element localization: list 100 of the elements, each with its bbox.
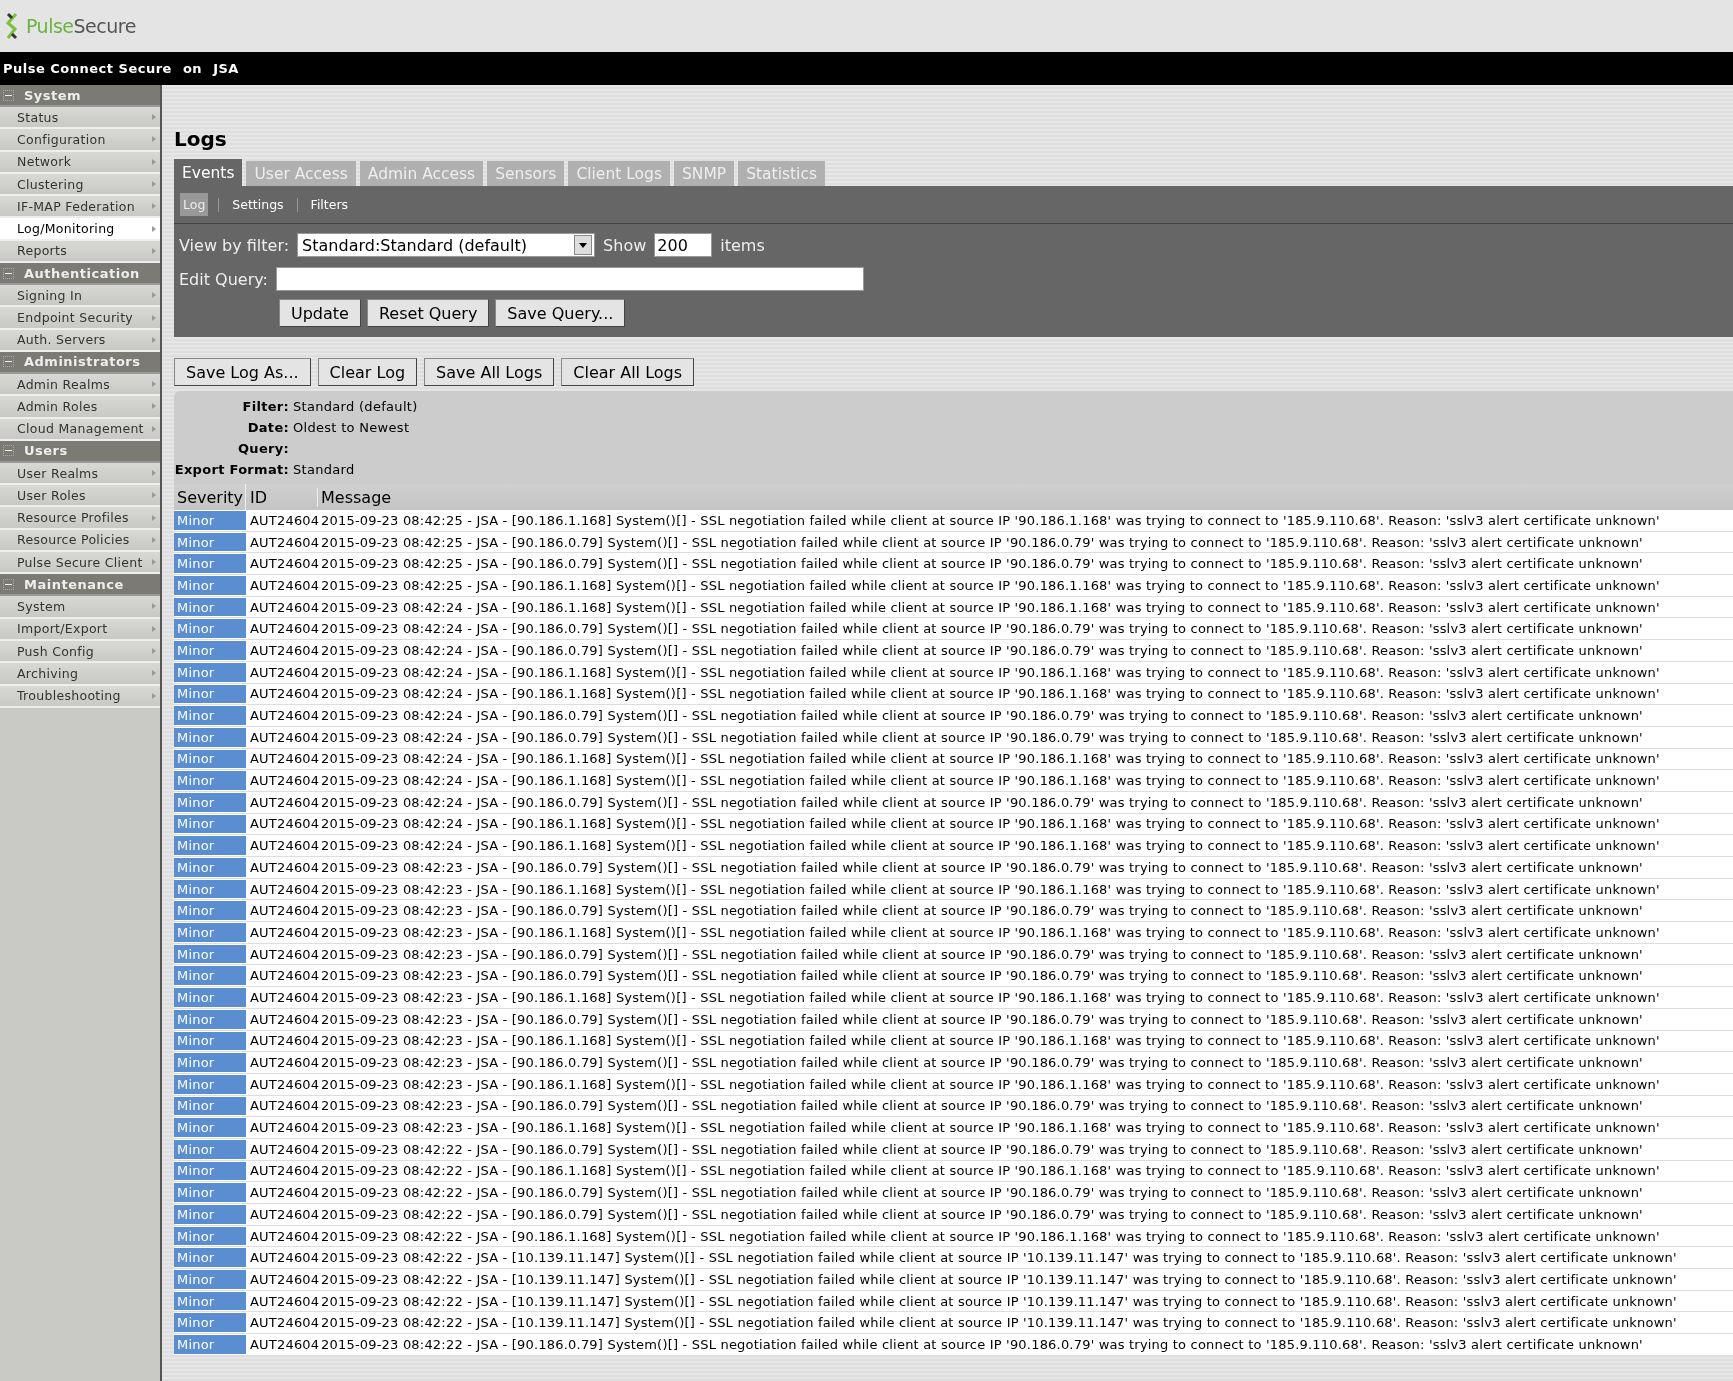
section-title: Administrators xyxy=(24,354,141,370)
message-cell-text: 2015-09-23 08:42:23 - JSA - [90.186.0.79] System()[] - SSL negotiation failed while client at source IP '90.186.0.79' was trying to connect to '185.9.110.68'. Reason: 'sslv3 alert certificate unknown' xyxy=(320,946,1643,962)
id-cell-text: AUT24604 xyxy=(249,664,318,680)
sidebar-item[interactable]: Troubleshooting xyxy=(0,685,160,708)
sidebar-item[interactable]: Resource Policies xyxy=(0,529,160,553)
subtab[interactable]: Settings xyxy=(229,193,287,216)
summary-value: Oldest to Newest xyxy=(293,420,410,437)
log-button[interactable]: Save All Logs xyxy=(424,358,555,386)
query-button[interactable]: Save Query... xyxy=(495,299,626,327)
arrow-icon xyxy=(152,403,156,410)
id-cell-text: AUT24604 xyxy=(249,708,318,724)
sidebar-section-header[interactable]: Authentication xyxy=(0,263,160,286)
sidebar-item[interactable]: Clustering xyxy=(0,173,160,197)
severity-cell: Minor xyxy=(174,1118,246,1137)
sidebar-item[interactable]: Import/Export xyxy=(0,618,160,641)
severity-cell: Minor xyxy=(174,576,246,595)
log-button[interactable]: Clear Log xyxy=(317,358,418,386)
sidebar-item[interactable]: Push Config xyxy=(0,640,160,664)
id-cell-text: AUT24604 xyxy=(249,1336,318,1352)
collapse-icon[interactable] xyxy=(3,578,14,590)
collapse-icon[interactable] xyxy=(3,89,14,101)
sidebar-item[interactable]: Endpoint Security xyxy=(0,307,160,330)
sidebar-section-header[interactable]: Users xyxy=(0,440,160,463)
severity-cell: Minor xyxy=(174,1096,246,1116)
show-count-field[interactable]: 200 xyxy=(654,233,713,257)
message-cell-text: 2015-09-23 08:42:22 - JSA - [90.186.0.79] System()[] - SSL negotiation failed while client at source IP '90.186.0.79' was trying to connect to '185.9.110.68'. Reason: 'sslv3 alert certificate unknown' xyxy=(320,1185,1643,1201)
id-cell-text: AUT24604 xyxy=(249,816,318,832)
message-cell-text: 2015-09-23 08:42:22 - JSA - [10.139.11.147] System()[] - SSL negotiation failed while client at source IP '10.139.11.147' was trying to connect to '185.9.110.68'. Reason: 'sslv3 alert certificate unknown' xyxy=(320,1271,1677,1287)
sidebar-item[interactable]: Pulse Secure Client xyxy=(0,552,160,575)
log-button[interactable]: Clear All Logs xyxy=(561,358,695,386)
sidebar-item[interactable]: Configuration xyxy=(0,129,160,152)
sidebar-item[interactable]: Resource Profiles xyxy=(0,507,160,530)
sidebar-item[interactable]: Admin Roles xyxy=(0,396,160,419)
sidebar-section-header[interactable]: Maintenance xyxy=(0,574,160,597)
section-title: Maintenance xyxy=(24,576,124,592)
id-cell-text: AUT24604 xyxy=(249,686,318,702)
sidebar-section-header[interactable]: Administrators xyxy=(0,351,160,374)
query-button[interactable]: Reset Query xyxy=(366,299,490,327)
summary-label: Query: xyxy=(237,441,289,458)
arrow-icon xyxy=(152,292,156,299)
arrow-icon xyxy=(152,625,156,632)
filter-label: View by filter: xyxy=(179,235,290,255)
message-cell-text: 2015-09-23 08:42:22 - JSA - [10.139.11.147] System()[] - SSL negotiation failed while client at source IP '10.139.11.147' was trying to connect to '185.9.110.68'. Reason: 'sslv3 alert certificate unknown' xyxy=(320,1250,1677,1266)
sidebar-item[interactable]: Signing In xyxy=(0,285,160,308)
id-cell-text: AUT24604 xyxy=(249,729,318,745)
message-cell-text: 2015-09-23 08:42:24 - JSA - [90.186.0.79] System()[] - SSL negotiation failed while client at source IP '90.186.0.79' was trying to connect to '185.9.110.68'. Reason: 'sslv3 alert certificate unknown' xyxy=(320,729,1643,745)
on-label: on xyxy=(182,61,203,76)
arrow-icon xyxy=(152,225,156,232)
message-cell-text: 2015-09-23 08:42:24 - JSA - [90.186.1.168] System()[] - SSL negotiation failed while client at source IP '90.186.1.168' was trying to connect to '185.9.110.68'. Reason: 'sslv3 alert certificate unknown' xyxy=(320,599,1660,615)
arrow-icon xyxy=(152,603,156,610)
id-cell-text: AUT24604 xyxy=(249,838,318,854)
sidebar-item[interactable]: Network xyxy=(0,151,160,174)
sidebar-item[interactable]: Status xyxy=(0,107,160,130)
message-cell-text: 2015-09-23 08:42:24 - JSA - [90.186.0.79] System()[] - SSL negotiation failed while client at source IP '90.186.0.79' was trying to connect to '185.9.110.68'. Reason: 'sslv3 alert certificate unknown' xyxy=(320,794,1643,810)
message-cell-text: 2015-09-23 08:42:24 - JSA - [90.186.0.79] System()[] - SSL negotiation failed while client at source IP '90.186.0.79' was trying to connect to '185.9.110.68'. Reason: 'sslv3 alert certificate unknown' xyxy=(320,621,1643,637)
query-button[interactable]: Update xyxy=(279,299,361,327)
sidebar-item[interactable]: Log/Monitoring xyxy=(0,218,160,241)
severity-cell: Minor xyxy=(174,1226,246,1246)
message-cell-text: 2015-09-23 08:42:25 - JSA - [90.186.1.168] System()[] - SSL negotiation failed while client at source IP '90.186.1.168' was trying to connect to '185.9.110.68'. Reason: 'sslv3 alert certificate unknown' xyxy=(320,512,1660,528)
severity-cell: Minor xyxy=(174,1291,246,1311)
sidebar-item[interactable]: Cloud Management xyxy=(0,418,160,441)
collapse-icon[interactable] xyxy=(3,356,14,368)
summary-label: Export Format: xyxy=(174,462,289,479)
severity-cell: Minor xyxy=(174,1009,246,1029)
severity-cell: Minor xyxy=(174,988,246,1007)
sidebar-item[interactable]: User Realms xyxy=(0,462,160,486)
arrow-icon xyxy=(152,692,156,699)
arrow-icon xyxy=(152,381,156,388)
severity-cell: Minor xyxy=(174,1205,246,1224)
message-cell-text: 2015-09-23 08:42:22 - JSA - [90.186.0.79] System()[] - SSL negotiation failed while client at source IP '90.186.0.79' was trying to connect to '185.9.110.68'. Reason: 'sslv3 alert certificate unknown' xyxy=(320,1206,1643,1222)
items-label: items xyxy=(720,235,765,255)
message-cell-text: 2015-09-23 08:42:22 - JSA - [90.186.0.79] System()[] - SSL negotiation failed while client at source IP '90.186.0.79' was trying to connect to '185.9.110.68'. Reason: 'sslv3 alert certificate unknown' xyxy=(320,1336,1643,1352)
sidebar-item[interactable]: System xyxy=(0,596,160,619)
severity-cell: Minor xyxy=(174,597,246,617)
collapse-icon[interactable] xyxy=(3,445,14,457)
log-button[interactable]: Save Log As... xyxy=(174,358,311,386)
sidebar-item[interactable]: Reports xyxy=(0,240,160,264)
sidebar-item[interactable]: Auth. Servers xyxy=(0,329,160,352)
sidebar-item[interactable]: Archiving xyxy=(0,663,160,686)
sidebar-item[interactable]: User Roles xyxy=(0,485,160,508)
sidebar-item[interactable]: IF-MAP Federation xyxy=(0,196,160,219)
severity-cell: Minor xyxy=(174,858,246,877)
message-cell-text: 2015-09-23 08:42:23 - JSA - [90.186.0.79] System()[] - SSL negotiation failed while client at source IP '90.186.0.79' was trying to connect to '185.9.110.68'. Reason: 'sslv3 alert certificate unknown' xyxy=(320,1011,1643,1027)
message-cell-text: 2015-09-23 08:42:24 - JSA - [90.186.1.168] System()[] - SSL negotiation failed while client at source IP '90.186.1.168' was trying to connect to '185.9.110.68'. Reason: 'sslv3 alert certificate unknown' xyxy=(320,664,1660,680)
id-cell-text: AUT24604 xyxy=(249,1098,318,1114)
severity-cell: Minor xyxy=(174,1313,246,1333)
tab[interactable]: Events xyxy=(174,159,243,186)
message-cell-text: 2015-09-23 08:42:23 - JSA - [90.186.1.168] System()[] - SSL negotiation failed while client at source IP '90.186.1.168' was trying to connect to '185.9.110.68'. Reason: 'sslv3 alert certificate unknown' xyxy=(320,1033,1660,1049)
severity-cell: Minor xyxy=(174,944,246,964)
message-cell-text: 2015-09-23 08:42:23 - JSA - [90.186.0.79] System()[] - SSL negotiation failed while client at source IP '90.186.0.79' was trying to connect to '185.9.110.68'. Reason: 'sslv3 alert certificate unknown' xyxy=(320,859,1643,875)
query-field[interactable] xyxy=(275,267,864,291)
filter-dropdown[interactable]: Standard:Standard (default) xyxy=(297,233,596,257)
sidebar-item[interactable]: Admin Realms xyxy=(0,373,160,397)
collapse-icon[interactable] xyxy=(3,267,14,279)
message-cell-text: 2015-09-23 08:42:24 - JSA - [90.186.1.168] System()[] - SSL negotiation failed while client at source IP '90.186.1.168' was trying to connect to '185.9.110.68'. Reason: 'sslv3 alert certificate unknown' xyxy=(320,773,1660,789)
subtab[interactable]: Filters xyxy=(307,193,352,216)
id-cell-text: AUT24604 xyxy=(249,1185,318,1201)
message-cell-text: 2015-09-23 08:42:23 - JSA - [90.186.1.168] System()[] - SSL negotiation failed while client at source IP '90.186.1.168' was trying to connect to '185.9.110.68'. Reason: 'sslv3 alert certificate unknown' xyxy=(320,924,1660,940)
sidebar-section-header[interactable]: System xyxy=(0,85,160,107)
section-title: Users xyxy=(24,443,68,459)
